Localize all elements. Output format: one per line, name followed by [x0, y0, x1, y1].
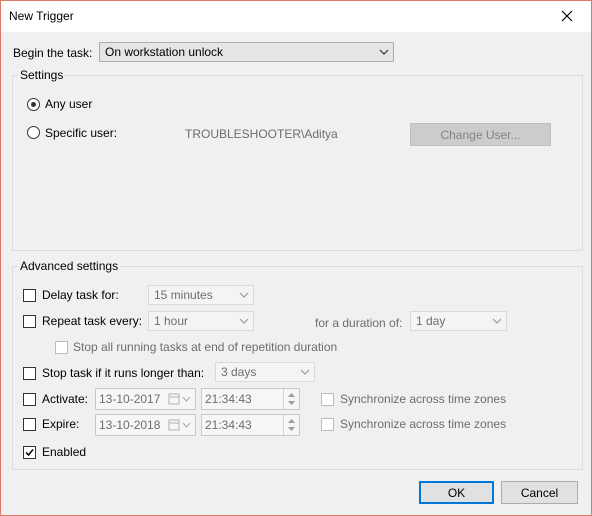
delay-task-value: 15 minutes: [154, 288, 213, 302]
expire-sync-label: Synchronize across time zones: [340, 417, 507, 431]
stop-task-longer-dropdown[interactable]: 3 days: [215, 362, 315, 382]
begin-task-dropdown[interactable]: On workstation unlock: [99, 42, 394, 62]
user-name-text: TROUBLESHOOTER\Aditya: [185, 127, 338, 141]
activate-sync-label: Synchronize across time zones: [340, 392, 507, 406]
expire-checkbox[interactable]: [23, 418, 36, 431]
expire-label: Expire:: [42, 417, 80, 431]
expire-time-value: 21:34:43: [205, 418, 252, 432]
expire-sync-checkbox[interactable]: [321, 418, 334, 431]
calendar-dropdown-icon: [168, 393, 191, 405]
new-trigger-dialog: New Trigger Begin the task: On workstati…: [0, 0, 592, 516]
specific-user-label: Specific user:: [45, 126, 118, 140]
activate-time-value: 21:34:43: [205, 392, 252, 406]
activate-sync-checkbox[interactable]: [321, 393, 334, 406]
checkmark-icon: [25, 449, 34, 457]
window-title: New Trigger: [9, 9, 74, 23]
chevron-down-icon: [239, 292, 249, 298]
stop-task-longer-label: Stop task if it runs longer than:: [42, 366, 205, 380]
chevron-down-icon: [492, 318, 502, 324]
repeat-task-label: Repeat task every:: [42, 314, 143, 328]
settings-legend: Settings: [18, 68, 66, 82]
duration-value: 1 day: [416, 314, 446, 328]
settings-group: [12, 75, 583, 251]
duration-dropdown[interactable]: 1 day: [410, 311, 507, 331]
activate-date-picker[interactable]: 13-10-2017: [95, 388, 196, 410]
expire-date-picker[interactable]: 13-10-2018: [95, 414, 196, 436]
activate-checkbox[interactable]: [23, 393, 36, 406]
enabled-checkbox[interactable]: [23, 446, 36, 459]
any-user-label: Any user: [45, 97, 93, 111]
activate-date-value: 13-10-2017: [99, 392, 161, 406]
calendar-dropdown-icon: [168, 419, 191, 431]
expire-time-field[interactable]: 21:34:43: [201, 414, 300, 436]
close-icon[interactable]: [545, 1, 589, 31]
begin-task-label: Begin the task:: [13, 46, 93, 60]
specific-user-radio[interactable]: [27, 126, 40, 139]
change-user-button[interactable]: Change User...: [410, 123, 551, 146]
begin-task-value: On workstation unlock: [105, 45, 224, 59]
any-user-radio[interactable]: [27, 98, 40, 111]
duration-label: for a duration of:: [315, 316, 403, 330]
ok-button[interactable]: OK: [419, 481, 494, 504]
chevron-down-icon: [239, 318, 249, 324]
advanced-settings-legend: Advanced settings: [18, 259, 121, 273]
expire-date-value: 13-10-2018: [99, 418, 161, 432]
stop-task-longer-value: 3 days: [221, 365, 257, 379]
stop-all-tasks-label: Stop all running tasks at end of repetit…: [73, 340, 338, 354]
activate-time-field[interactable]: 21:34:43: [201, 388, 300, 410]
stop-all-tasks-checkbox[interactable]: [55, 341, 68, 354]
title-bar: New Trigger: [1, 1, 591, 32]
activate-label: Activate:: [42, 392, 89, 406]
delay-task-dropdown[interactable]: 15 minutes: [148, 285, 254, 305]
stop-task-longer-checkbox[interactable]: [23, 367, 36, 380]
delay-task-checkbox[interactable]: [23, 289, 36, 302]
spinner-arrows-icon[interactable]: [283, 389, 299, 409]
chevron-down-icon: [379, 49, 389, 55]
repeat-task-value: 1 hour: [154, 314, 189, 328]
repeat-task-dropdown[interactable]: 1 hour: [148, 311, 254, 331]
enabled-label: Enabled: [42, 445, 87, 459]
delay-task-label: Delay task for:: [42, 288, 119, 302]
cancel-button[interactable]: Cancel: [501, 481, 578, 504]
spinner-arrows-icon[interactable]: [283, 415, 299, 435]
repeat-task-checkbox[interactable]: [23, 315, 36, 328]
chevron-down-icon: [300, 369, 310, 375]
